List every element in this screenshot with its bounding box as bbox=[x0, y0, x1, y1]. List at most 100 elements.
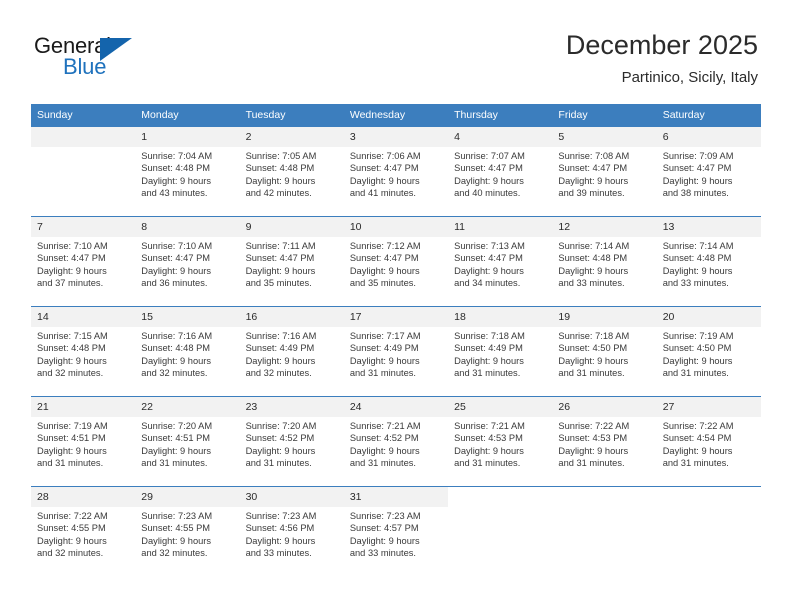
calendar-day-cell[interactable]: 19 Sunrise: 7:18 AM Sunset: 4:50 PM Dayligh… bbox=[552, 306, 657, 397]
sunrise-text: Sunrise: 7:11 AM bbox=[245, 241, 316, 251]
sunset-text: Sunset: 4:47 PM bbox=[349, 253, 419, 264]
sunrise-text: Sunrise: 7:19 AM bbox=[662, 331, 734, 341]
calendar-day-cell[interactable]: 14 Sunrise: 7:15 AM Sunset: 4:48 PM Dayligh… bbox=[31, 306, 136, 397]
day-sun-info: Sunrise: 7:05 AM Sunset: 4:48 PM Daylight:… bbox=[240, 147, 344, 200]
calendar-day-cell[interactable]: 9 Sunrise: 7:11 AM Sunset: 4:47 PM Daylight… bbox=[239, 216, 344, 307]
daylight-text: Daylight: 9 hours bbox=[454, 265, 524, 276]
calendar-day-cell[interactable]: 17 Sunrise: 7:17 AM Sunset: 4:49 PM Dayligh… bbox=[343, 306, 449, 397]
day-number: 25 bbox=[448, 397, 553, 417]
day-sun-info: Sunrise: 7:10 AM Sunset: 4:47 PM Daylight:… bbox=[31, 237, 135, 290]
calendar-day-cell[interactable]: 13 Sunrise: 7:14 AM Sunset: 4:48 PM Dayligh… bbox=[656, 216, 761, 307]
daylight-text: and 31 minutes. bbox=[141, 458, 208, 469]
calendar-day-cell[interactable]: 1 Sunrise: 7:04 AM Sunset: 4:48 PM Daylight… bbox=[135, 126, 240, 217]
day-cell-content bbox=[552, 487, 656, 576]
day-sun-info: Sunrise: 7:09 AM Sunset: 4:47 PM Daylight:… bbox=[657, 147, 761, 200]
day-number: 22 bbox=[135, 397, 240, 417]
calendar-day-cell[interactable]: 24 Sunrise: 7:21 AM Sunset: 4:52 PM Dayligh… bbox=[343, 396, 449, 487]
calendar-day-cell[interactable]: 25 Sunrise: 7:21 AM Sunset: 4:53 PM Dayligh… bbox=[448, 396, 553, 487]
weekday-header-thursday: Thursday bbox=[448, 104, 553, 127]
page-subtitle: Partinico, Sicily, Italy bbox=[621, 69, 758, 86]
sunrise-text: Sunrise: 7:23 AM bbox=[141, 511, 213, 521]
calendar-day-cell[interactable]: 30 Sunrise: 7:23 AM Sunset: 4:56 PM Dayligh… bbox=[239, 486, 344, 576]
day-sun-info: Sunrise: 7:06 AM Sunset: 4:47 PM Daylight:… bbox=[344, 147, 448, 200]
sunrise-text: Sunrise: 7:22 AM bbox=[37, 511, 108, 521]
sunset-text: Sunset: 4:52 PM bbox=[245, 433, 315, 444]
day-cell-content: 19 Sunrise: 7:18 AM Sunset: 4:50 PM Dayligh… bbox=[552, 307, 657, 396]
day-sun-info: Sunrise: 7:23 AM Sunset: 4:57 PM Daylight:… bbox=[344, 507, 448, 560]
sunset-text: Sunset: 4:47 PM bbox=[37, 253, 106, 264]
sunrise-text: Sunrise: 7:18 AM bbox=[454, 331, 525, 341]
daylight-text: and 32 minutes. bbox=[245, 368, 312, 379]
calendar-day-cell[interactable]: 4 Sunrise: 7:07 AM Sunset: 4:47 PM Daylight… bbox=[448, 126, 553, 217]
sunrise-text: Sunrise: 7:21 AM bbox=[349, 421, 421, 431]
sunrise-text: Sunrise: 7:18 AM bbox=[558, 331, 630, 341]
day-number: 23 bbox=[239, 397, 344, 417]
day-sun-info: Sunrise: 7:19 AM Sunset: 4:51 PM Daylight:… bbox=[31, 417, 135, 470]
calendar-day-cell[interactable]: 10 Sunrise: 7:12 AM Sunset: 4:47 PM Dayligh… bbox=[343, 216, 449, 307]
sunset-text: Sunset: 4:49 PM bbox=[245, 343, 315, 354]
day-cell-content: 5 Sunrise: 7:08 AM Sunset: 4:47 PM Daylight… bbox=[552, 127, 657, 216]
day-sun-info: Sunrise: 7:08 AM Sunset: 4:47 PM Daylight:… bbox=[552, 147, 656, 200]
sunset-text: Sunset: 4:48 PM bbox=[37, 343, 106, 354]
daylight-text: Daylight: 9 hours bbox=[662, 355, 733, 366]
calendar-day-cell[interactable]: 29 Sunrise: 7:23 AM Sunset: 4:55 PM Dayligh… bbox=[135, 486, 240, 576]
day-sun-info: Sunrise: 7:21 AM Sunset: 4:53 PM Daylight:… bbox=[448, 417, 552, 470]
calendar-day-cell[interactable]: 15 Sunrise: 7:16 AM Sunset: 4:48 PM Dayligh… bbox=[135, 306, 240, 397]
day-cell-content bbox=[31, 127, 136, 216]
daylight-text: and 32 minutes. bbox=[141, 368, 208, 379]
day-cell-content: 14 Sunrise: 7:15 AM Sunset: 4:48 PM Dayligh… bbox=[31, 307, 136, 396]
daylight-text: and 35 minutes. bbox=[349, 278, 416, 289]
day-cell-content bbox=[657, 487, 761, 576]
calendar-day-cell[interactable]: 11 Sunrise: 7:13 AM Sunset: 4:47 PM Dayligh… bbox=[448, 216, 553, 307]
day-sun-info: Sunrise: 7:22 AM Sunset: 4:55 PM Daylight:… bbox=[31, 507, 135, 560]
daylight-text: and 32 minutes. bbox=[37, 368, 104, 379]
day-number: 28 bbox=[31, 487, 136, 507]
sunset-text: Sunset: 4:47 PM bbox=[349, 163, 419, 174]
calendar-day-cell[interactable]: 23 Sunrise: 7:20 AM Sunset: 4:52 PM Dayligh… bbox=[239, 396, 344, 487]
calendar-day-cell[interactable]: 5 Sunrise: 7:08 AM Sunset: 4:47 PM Daylight… bbox=[552, 126, 657, 217]
day-sun-info: Sunrise: 7:04 AM Sunset: 4:48 PM Daylight:… bbox=[135, 147, 239, 200]
calendar-day-cell[interactable]: 16 Sunrise: 7:16 AM Sunset: 4:49 PM Dayligh… bbox=[239, 306, 344, 397]
sunrise-text: Sunrise: 7:20 AM bbox=[141, 421, 213, 431]
calendar-day-cell[interactable]: 20 Sunrise: 7:19 AM Sunset: 4:50 PM Dayligh… bbox=[656, 306, 761, 397]
day-cell-content: 22 Sunrise: 7:20 AM Sunset: 4:51 PM Dayligh… bbox=[135, 397, 240, 486]
day-number: 26 bbox=[552, 397, 657, 417]
daylight-text: Daylight: 9 hours bbox=[349, 265, 420, 276]
calendar-day-cell[interactable]: 28 Sunrise: 7:22 AM Sunset: 4:55 PM Dayligh… bbox=[31, 486, 136, 576]
day-number: 7 bbox=[31, 217, 136, 237]
daylight-text: Daylight: 9 hours bbox=[245, 535, 316, 546]
sunset-text: Sunset: 4:54 PM bbox=[662, 433, 732, 444]
calendar-day-cell[interactable]: 8 Sunrise: 7:10 AM Sunset: 4:47 PM Daylight… bbox=[135, 216, 240, 307]
calendar-day-cell[interactable]: 27 Sunrise: 7:22 AM Sunset: 4:54 PM Dayligh… bbox=[656, 396, 761, 487]
weekday-header-friday: Friday bbox=[552, 104, 657, 127]
day-number: 14 bbox=[31, 307, 136, 327]
sunset-text: Sunset: 4:48 PM bbox=[141, 163, 211, 174]
day-number: 3 bbox=[343, 127, 449, 147]
calendar-day-cell[interactable]: 21 Sunrise: 7:19 AM Sunset: 4:51 PM Dayligh… bbox=[31, 396, 136, 487]
calendar-day-cell-empty bbox=[31, 126, 136, 217]
day-cell-content: 9 Sunrise: 7:11 AM Sunset: 4:47 PM Daylight… bbox=[239, 217, 344, 306]
general-blue-logo[interactable]: General Blue bbox=[34, 33, 214, 83]
sunset-text: Sunset: 4:53 PM bbox=[558, 433, 628, 444]
day-number: 9 bbox=[239, 217, 344, 237]
sunrise-text: Sunrise: 7:19 AM bbox=[37, 421, 108, 431]
calendar-day-cell[interactable]: 12 Sunrise: 7:14 AM Sunset: 4:48 PM Dayligh… bbox=[552, 216, 657, 307]
calendar-day-cell[interactable]: 2 Sunrise: 7:05 AM Sunset: 4:48 PM Daylight… bbox=[239, 126, 344, 217]
calendar-day-cell[interactable]: 7 Sunrise: 7:10 AM Sunset: 4:47 PM Daylight… bbox=[31, 216, 136, 307]
calendar-day-cell[interactable]: 6 Sunrise: 7:09 AM Sunset: 4:47 PM Daylight… bbox=[656, 126, 761, 217]
sunrise-text: Sunrise: 7:23 AM bbox=[245, 511, 317, 521]
calendar-day-cell[interactable]: 26 Sunrise: 7:22 AM Sunset: 4:53 PM Dayligh… bbox=[552, 396, 657, 487]
daylight-text: and 31 minutes. bbox=[349, 458, 416, 469]
daylight-text: and 42 minutes. bbox=[245, 188, 312, 199]
day-sun-info: Sunrise: 7:22 AM Sunset: 4:54 PM Daylight:… bbox=[657, 417, 761, 470]
calendar-day-cell[interactable]: 3 Sunrise: 7:06 AM Sunset: 4:47 PM Daylight… bbox=[343, 126, 449, 217]
sunset-text: Sunset: 4:47 PM bbox=[558, 163, 628, 174]
day-cell-content: 12 Sunrise: 7:14 AM Sunset: 4:48 PM Dayligh… bbox=[552, 217, 657, 306]
calendar-day-cell[interactable]: 31 Sunrise: 7:23 AM Sunset: 4:57 PM Dayligh… bbox=[343, 486, 449, 576]
day-cell-content: 27 Sunrise: 7:22 AM Sunset: 4:54 PM Dayligh… bbox=[656, 397, 761, 486]
day-number bbox=[448, 487, 552, 507]
calendar-day-cell[interactable]: 18 Sunrise: 7:18 AM Sunset: 4:49 PM Dayligh… bbox=[448, 306, 553, 397]
logo-text-blue: Blue bbox=[63, 54, 107, 79]
day-sun-info: Sunrise: 7:18 AM Sunset: 4:49 PM Daylight:… bbox=[448, 327, 552, 380]
calendar-day-cell[interactable]: 22 Sunrise: 7:20 AM Sunset: 4:51 PM Dayligh… bbox=[135, 396, 240, 487]
